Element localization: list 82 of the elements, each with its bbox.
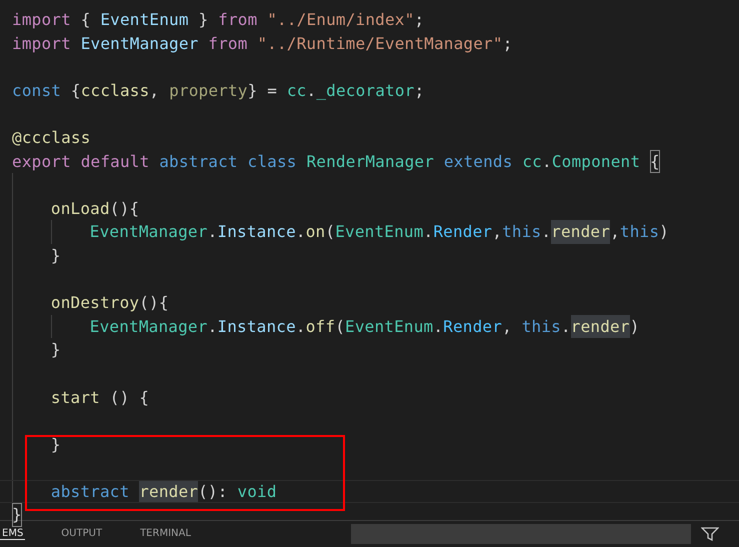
code-token: .: [306, 80, 316, 102]
code-token: from: [218, 9, 258, 31]
code-token: "../Enum/index": [267, 9, 414, 31]
code-token: ccclass: [80, 80, 150, 102]
code-token: Instance: [217, 316, 296, 338]
code-token: start: [50, 386, 100, 408]
code-token: Instance: [217, 221, 296, 244]
highlighted-code-token: render: [551, 220, 610, 244]
code-token: }: [50, 434, 61, 456]
code-token: ): [659, 221, 669, 244]
code-token: () {: [108, 386, 150, 408]
code-token: (: [335, 316, 346, 338]
code-token: this: [502, 221, 542, 244]
code-token: ): [630, 316, 640, 338]
code-token: EventManager: [90, 221, 208, 244]
code-token: .: [296, 316, 306, 338]
code-token: abstract: [159, 150, 239, 173]
code-token: export: [12, 150, 72, 173]
code-token: .: [560, 316, 571, 338]
matched-bracket: {: [650, 150, 660, 174]
panel-tab[interactable]: OUTPUT: [59, 528, 104, 540]
code-token: (){: [139, 292, 169, 314]
code-token: .: [424, 221, 434, 244]
filter-icon[interactable]: [701, 527, 719, 541]
code-token: .: [208, 316, 218, 338]
code-token: }: [50, 339, 61, 362]
code-token: onDestroy: [50, 292, 140, 314]
code-token: ;: [414, 80, 424, 102]
code-token: class: [248, 150, 298, 173]
code-token: ():: [198, 480, 229, 502]
highlighted-code-token: render: [139, 480, 198, 502]
code-token: onLoad: [50, 198, 110, 220]
code-token: ,: [149, 80, 160, 102]
highlighted-code-token: render: [570, 314, 630, 338]
code-token: (){: [110, 198, 140, 220]
panel-tab[interactable]: EMS: [0, 528, 26, 540]
code-token: from: [208, 32, 249, 55]
code-token: .: [296, 221, 306, 244]
panel-tab[interactable]: TERMINAL: [138, 528, 193, 540]
filter-field[interactable]: [351, 524, 691, 544]
code-token: ,: [492, 221, 502, 244]
code-token: cc: [522, 150, 542, 173]
code-token: RenderManager: [306, 150, 436, 173]
code-token: ,: [502, 316, 513, 338]
code-token: .: [433, 316, 444, 338]
code-token: @ccclass: [12, 126, 91, 149]
code-token: ;: [502, 32, 513, 55]
code-token: EventEnum: [100, 9, 189, 31]
code-token: this: [620, 221, 660, 244]
code-token: off: [306, 316, 336, 338]
code-token: default: [80, 150, 150, 173]
code-token: }: [197, 9, 210, 31]
code-token: EventEnum: [335, 221, 424, 244]
code-token: .: [208, 221, 218, 244]
code-token: ;: [414, 9, 424, 31]
code-token: import: [12, 32, 72, 55]
code-token: EventEnum: [345, 316, 434, 338]
code-token: .: [541, 221, 552, 244]
code-token: property: [169, 80, 248, 102]
code-token: "../Runtime/EventManager": [257, 32, 503, 55]
code-token: on: [306, 221, 326, 244]
code-token: EventManager: [90, 316, 208, 338]
code-token: this: [522, 316, 561, 338]
code-token: EventManager: [80, 32, 200, 55]
code-token: {: [70, 80, 81, 102]
code-token: cc: [286, 80, 306, 102]
code-token: void: [237, 480, 277, 502]
matched-bracket: }: [12, 503, 22, 528]
code-token: } =: [248, 80, 278, 102]
code-token: import: [12, 9, 72, 31]
code-token: const: [12, 80, 62, 102]
code-token: .: [542, 150, 552, 173]
code-token: ,: [610, 221, 620, 244]
code-token: abstract: [50, 480, 130, 502]
code-token: Component: [552, 150, 642, 173]
code-token: (: [325, 221, 336, 244]
code-token: }: [50, 244, 61, 267]
code-token: Render: [433, 221, 492, 244]
code-token: _decorator: [316, 80, 414, 102]
code-token: Render: [443, 316, 502, 338]
code-token: {: [80, 9, 92, 31]
code-token: extends: [444, 150, 514, 173]
